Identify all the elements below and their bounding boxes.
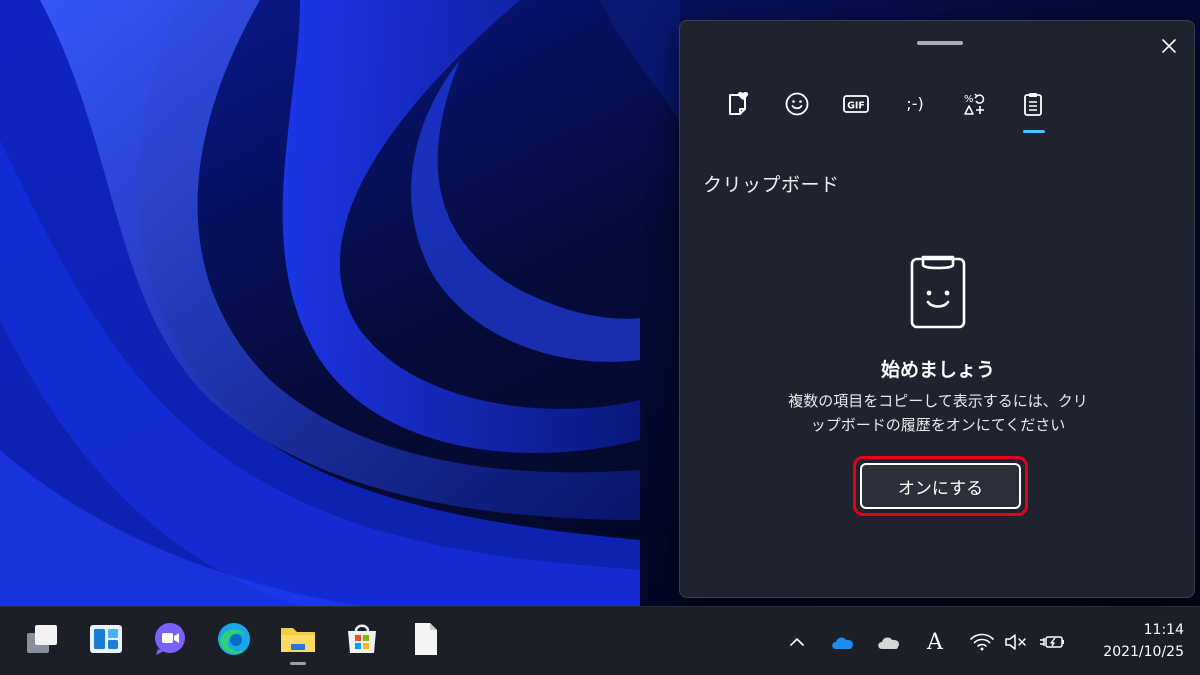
edge-icon [218, 623, 250, 655]
tab-emoji[interactable] [767, 85, 826, 127]
microsoft-store-button[interactable] [340, 617, 384, 661]
widgets-icon [90, 625, 122, 653]
widgets-button[interactable] [84, 617, 128, 661]
running-app-indicator [290, 662, 306, 665]
section-title: クリップボード [703, 174, 840, 196]
svg-text:GIF: GIF [847, 101, 865, 112]
close-icon [1162, 39, 1176, 53]
task-view-button[interactable] [20, 617, 64, 661]
taskbar: A 11:14 2021/10/25 [0, 606, 1200, 675]
tab-symbols[interactable]: % [944, 85, 1003, 127]
onedrive-tray-button[interactable] [828, 627, 858, 657]
symbols-icon: % [964, 93, 984, 115]
teams-chat-button[interactable] [148, 617, 192, 661]
battery-tray-button[interactable] [1038, 627, 1066, 657]
tab-clipboard[interactable] [1003, 85, 1062, 133]
task-view-icon [27, 625, 57, 653]
show-hidden-icons-button[interactable] [784, 627, 810, 657]
chat-icon [155, 623, 185, 655]
chevron-up-icon [790, 638, 804, 646]
wifi-icon [970, 633, 994, 651]
clipboard-icon [1023, 93, 1042, 116]
kaomoji-icon: ;-) [906, 94, 923, 113]
ime-indicator[interactable]: A [922, 627, 948, 657]
gif-icon: GIF [842, 95, 869, 113]
file-explorer-button[interactable] [276, 617, 320, 665]
clock-time: 11:14 [1143, 622, 1184, 638]
wifi-tray-button[interactable] [968, 627, 996, 657]
heart-note-icon [728, 91, 748, 115]
smiley-icon [785, 92, 808, 116]
turn-on-button[interactable]: オンにする [860, 463, 1021, 509]
panel-tabs: GIF ;-) % [708, 85, 1062, 133]
close-button[interactable] [1156, 33, 1182, 59]
notepad-button[interactable] [404, 617, 448, 661]
clock-date: 2021/10/25 [1103, 644, 1184, 660]
clipboard-smiley-illustration [910, 255, 966, 329]
empty-state-description: 複数の項目をコピーして表示するには、クリ ップボードの履歴をオンにてください [750, 389, 1126, 437]
tab-gif[interactable]: GIF [826, 85, 885, 127]
folder-icon [281, 628, 315, 652]
svg-text:;-): ;-) [906, 94, 923, 113]
volume-tray-button[interactable] [1002, 627, 1030, 657]
speaker-muted-icon [1005, 634, 1026, 650]
tab-favorites[interactable] [708, 85, 767, 127]
battery-charging-icon [1040, 636, 1064, 648]
onedrive-icon [832, 637, 854, 649]
emoji-clipboard-panel: GIF ;-) % クリップボード 始めましょう 複数の項目をコピーして表示する… [679, 20, 1195, 598]
clock[interactable]: 11:14 2021/10/25 [1103, 619, 1184, 663]
empty-state-description-line: 複数の項目をコピーして表示するには、クリ [788, 392, 1088, 410]
onedrive-personal-tray-button[interactable] [874, 627, 904, 657]
tab-kaomoji[interactable]: ;-) [885, 85, 944, 127]
empty-state-description-line: ップボードの履歴をオンにてください [810, 416, 1066, 434]
edge-button[interactable] [212, 617, 256, 661]
svg-text:%: % [964, 94, 974, 105]
drag-handle[interactable] [917, 41, 963, 45]
onedrive-personal-icon [878, 637, 900, 649]
empty-state-title: 始めましょう [880, 359, 995, 381]
store-icon [348, 624, 376, 653]
document-icon [415, 623, 437, 655]
active-tab-indicator [1023, 130, 1045, 133]
